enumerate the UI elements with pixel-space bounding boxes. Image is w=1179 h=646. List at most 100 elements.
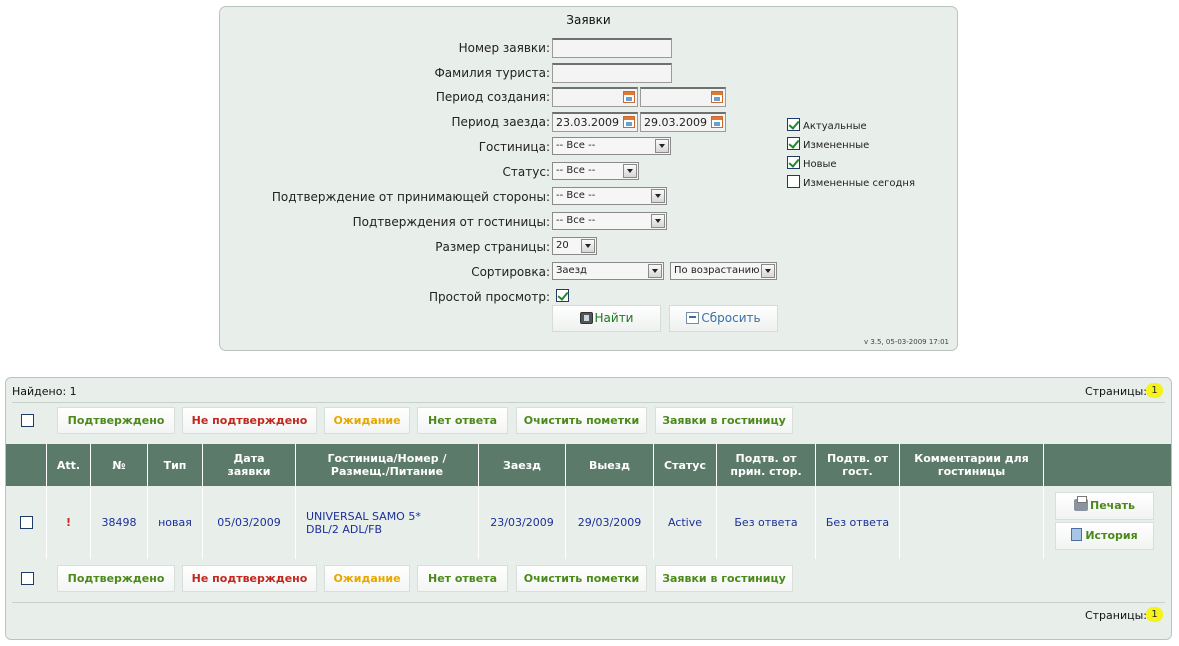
row-select-checkbox[interactable] bbox=[19, 516, 33, 529]
filter-changed-today[interactable]: Измененные сегодня bbox=[787, 175, 947, 189]
col-host-confirm: Подтв. от прин. стор. bbox=[717, 444, 816, 486]
checkin-from-input[interactable]: 23.03.2009 bbox=[552, 112, 638, 132]
page-link-top[interactable]: 1 bbox=[1146, 383, 1163, 398]
sort-field-select[interactable]: Заезд bbox=[552, 262, 664, 280]
row-comments bbox=[900, 486, 1044, 559]
page-size-select-value: 20 bbox=[556, 240, 569, 251]
created-to-input[interactable] bbox=[640, 87, 726, 107]
hotel-label: Гостиница: bbox=[478, 140, 550, 154]
calendar-icon[interactable] bbox=[711, 116, 723, 128]
hotel-confirm-select[interactable]: -- Все -- bbox=[552, 212, 667, 230]
created-period-label: Период создания: bbox=[435, 90, 550, 104]
calendar-icon[interactable] bbox=[623, 116, 635, 128]
tourist-surname-input[interactable] bbox=[552, 63, 672, 83]
print-button[interactable]: Печать bbox=[1055, 492, 1154, 520]
order-number-label: Номер заявки: bbox=[458, 41, 550, 55]
sort-order-select-value: По возрастанию bbox=[674, 265, 760, 276]
col-att: Att. bbox=[47, 444, 91, 486]
sort-label: Сортировка: bbox=[471, 265, 550, 279]
col-comments: Комментарии для гостиницы bbox=[900, 444, 1044, 486]
divider bbox=[12, 402, 1165, 403]
hotel-select[interactable]: -- Все -- bbox=[552, 137, 671, 155]
clear-marks-button[interactable]: Очистить пометки bbox=[516, 407, 647, 434]
row-hotel-room: DBL/2 ADL/FB bbox=[306, 522, 383, 536]
hotel-confirm-label: Подтверждения от гостиницы: bbox=[352, 215, 550, 229]
row-date: 05/03/2009 bbox=[203, 486, 296, 559]
created-from-input[interactable] bbox=[552, 87, 638, 107]
sort-order-select[interactable]: По возрастанию bbox=[670, 262, 777, 280]
col-date: Дата заявки bbox=[203, 444, 296, 486]
row-att: ! bbox=[47, 486, 91, 559]
page-size-select[interactable]: 20 bbox=[552, 237, 597, 255]
filter-changed-today-checkbox[interactable] bbox=[787, 175, 800, 188]
col-hotel-confirm: Подтв. от гост. bbox=[816, 444, 900, 486]
checkin-from-value: 23.03.2009 bbox=[556, 116, 619, 129]
select-all-checkbox[interactable] bbox=[21, 414, 34, 427]
history-button[interactable]: История bbox=[1055, 522, 1154, 550]
table-header: Att. № Тип Дата заявки Гостиница/Номер /… bbox=[6, 444, 1171, 486]
chevron-down-icon bbox=[623, 164, 637, 178]
pages-label-bottom: Страницы: bbox=[1084, 609, 1147, 622]
checkin-to-input[interactable]: 29.03.2009 bbox=[640, 112, 726, 132]
order-number-input[interactable] bbox=[552, 38, 672, 58]
filter-new-label: Новые bbox=[803, 159, 837, 170]
panel-title: Заявки bbox=[566, 13, 611, 27]
select-all-checkbox-bottom[interactable] bbox=[21, 572, 34, 585]
row-number[interactable]: 38498 bbox=[91, 486, 148, 559]
host-confirm-select[interactable]: -- Все -- bbox=[552, 187, 667, 205]
row-checkout: 29/03/2009 bbox=[566, 486, 654, 559]
no-answer-button-bottom[interactable]: Нет ответа bbox=[417, 565, 508, 592]
filter-actual[interactable]: Актуальные bbox=[787, 118, 947, 132]
pages-label-top: Страницы: bbox=[1084, 385, 1147, 398]
row-status: Active bbox=[654, 486, 717, 559]
search-panel: Заявки Номер заявки: Фамилия туриста: Пе… bbox=[219, 6, 958, 351]
history-button-label: История bbox=[1085, 529, 1138, 542]
reset-button[interactable]: Сбросить bbox=[669, 305, 778, 332]
action-bar-top: Подтверждено Не подтверждено Ожидание Не… bbox=[6, 404, 1171, 438]
row-type: новая bbox=[148, 486, 203, 559]
eraser-icon bbox=[686, 312, 700, 324]
confirmed-button-bottom[interactable]: Подтверждено bbox=[57, 565, 175, 592]
col-select bbox=[6, 444, 47, 486]
waiting-button[interactable]: Ожидание bbox=[324, 407, 410, 434]
hotel-confirm-select-value: -- Все -- bbox=[556, 215, 596, 226]
filter-changed-checkbox[interactable] bbox=[787, 137, 800, 150]
tourist-surname-label: Фамилия туриста: bbox=[434, 66, 550, 80]
filter-new[interactable]: Новые bbox=[787, 156, 947, 170]
row-hotel[interactable]: UNIVERSAL SAMO 5* DBL/2 ADL/FB bbox=[296, 486, 479, 559]
find-button[interactable]: Найти bbox=[552, 305, 661, 332]
filter-new-checkbox[interactable] bbox=[787, 156, 800, 169]
calendar-icon[interactable] bbox=[623, 91, 635, 103]
status-select-value: -- Все -- bbox=[556, 165, 596, 176]
clear-marks-button-bottom[interactable]: Очистить пометки bbox=[516, 565, 647, 592]
row-host-confirm: Без ответа bbox=[717, 486, 816, 559]
chevron-down-icon bbox=[648, 264, 662, 278]
col-hotel: Гостиница/Номер /Размещ./Питание bbox=[296, 444, 479, 486]
simple-view-checkbox[interactable] bbox=[556, 289, 569, 302]
table-row: ! 38498 новая 05/03/2009 UNIVERSAL SAMO … bbox=[6, 486, 1171, 559]
print-button-label: Печать bbox=[1090, 499, 1135, 512]
confirmed-button[interactable]: Подтверждено bbox=[57, 407, 175, 434]
not-confirmed-button-bottom[interactable]: Не подтверждено bbox=[182, 565, 317, 592]
page-link-bottom[interactable]: 1 bbox=[1146, 607, 1163, 622]
no-answer-button[interactable]: Нет ответа bbox=[417, 407, 508, 434]
calendar-icon[interactable] bbox=[711, 91, 723, 103]
checkin-to-value: 29.03.2009 bbox=[644, 116, 707, 129]
filter-changed[interactable]: Измененные bbox=[787, 137, 947, 151]
filter-actual-checkbox[interactable] bbox=[787, 118, 800, 131]
binoculars-icon bbox=[579, 312, 593, 324]
checkin-period-label: Период заезда: bbox=[451, 115, 550, 129]
filter-changed-today-label: Измененные сегодня bbox=[803, 178, 915, 189]
to-hotel-button-bottom[interactable]: Заявки в гостиницу bbox=[655, 565, 793, 592]
col-checkout: Выезд bbox=[566, 444, 654, 486]
waiting-button-bottom[interactable]: Ожидание bbox=[324, 565, 410, 592]
status-select[interactable]: -- Все -- bbox=[552, 162, 639, 180]
chevron-down-icon bbox=[651, 214, 665, 228]
printer-icon bbox=[1074, 496, 1088, 511]
row-checkin: 23/03/2009 bbox=[479, 486, 566, 559]
chevron-down-icon bbox=[651, 189, 665, 203]
document-icon bbox=[1071, 528, 1083, 541]
chevron-down-icon bbox=[761, 264, 775, 278]
not-confirmed-button[interactable]: Не подтверждено bbox=[182, 407, 317, 434]
to-hotel-button[interactable]: Заявки в гостиницу bbox=[655, 407, 793, 434]
